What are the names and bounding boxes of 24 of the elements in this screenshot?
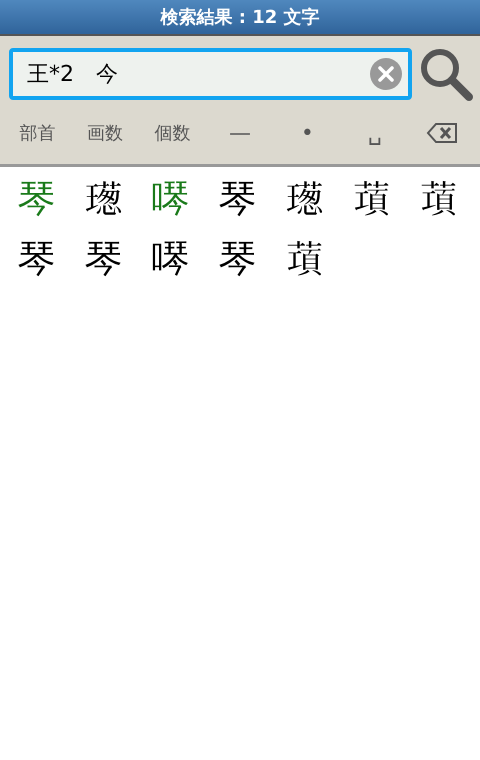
keyboard-key[interactable]: 画数: [83, 117, 128, 149]
kanji-result[interactable]: 𦺣: [420, 173, 458, 225]
kanji-result[interactable]: 𤩿: [286, 173, 324, 225]
kanji-result[interactable]: 琴: [18, 233, 56, 285]
kanji-result[interactable]: 琴: [218, 173, 256, 225]
symbol-key[interactable]: ␣: [364, 116, 386, 150]
symbol-key[interactable]: —: [224, 116, 255, 150]
keyboard-key[interactable]: 個数: [150, 117, 195, 149]
close-icon: [378, 66, 394, 82]
backspace-icon: [426, 122, 458, 144]
search-field[interactable]: 王*2 今: [9, 48, 412, 100]
kanji-result[interactable]: 𦺣: [352, 173, 390, 225]
kanji-result[interactable]: 琴: [18, 173, 56, 225]
window-title: 検索結果 : 12 文字: [160, 6, 320, 29]
search-icon: [419, 47, 473, 101]
kanji-result[interactable]: 𤩿: [84, 173, 122, 225]
kanji-result[interactable]: 琴: [84, 233, 122, 285]
keyboard-key[interactable]: 部首: [16, 117, 60, 149]
kanji-result[interactable]: 噖: [152, 233, 190, 285]
search-button[interactable]: [418, 46, 474, 102]
kanji-result[interactable]: 𦺣: [286, 233, 324, 285]
kanji-result[interactable]: 噖: [152, 173, 190, 225]
symbol-key[interactable]: •: [296, 116, 318, 150]
kanji-result[interactable]: 琴: [218, 233, 256, 285]
